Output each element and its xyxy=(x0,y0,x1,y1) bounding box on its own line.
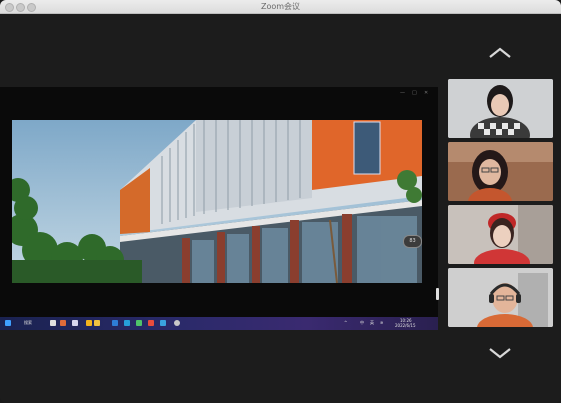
participant-video xyxy=(448,79,553,138)
window-title: Zoom会议 xyxy=(260,2,301,11)
participant-video xyxy=(448,205,553,264)
participant-video-tile[interactable] xyxy=(448,205,553,264)
zoom-window: Zoom会议 — □ ✕ 83 搜索 ^ 中 英 ≋ 10:26 2022/6/… xyxy=(0,0,561,403)
tray-label: 中 xyxy=(360,320,364,325)
chat-icon xyxy=(72,320,78,326)
store-icon xyxy=(112,320,118,326)
participant-video-tile[interactable] xyxy=(448,79,553,138)
taskbar-clock-date: 2022/6/15 xyxy=(395,323,416,328)
remote-minimize-icon: — xyxy=(400,90,405,96)
remote-close-icon: ✕ xyxy=(424,90,429,96)
participant-video xyxy=(448,268,553,327)
participant-video-tile[interactable] xyxy=(448,142,553,201)
participant-video xyxy=(448,142,553,201)
participant-video-tile[interactable] xyxy=(448,268,553,327)
edge-icon xyxy=(124,320,130,326)
app-icon xyxy=(136,320,142,326)
building-photo-image xyxy=(12,120,422,283)
app-icon xyxy=(60,320,66,326)
title-bar: Zoom会议 xyxy=(0,0,561,14)
app-icon xyxy=(160,320,166,326)
folder-icon xyxy=(86,320,92,326)
chrome-icon xyxy=(148,320,154,326)
shared-screen[interactable]: — □ ✕ 83 搜索 ^ 中 英 ≋ 10:26 2022/6/15 xyxy=(0,87,439,330)
remote-maximize-icon: □ xyxy=(412,90,417,96)
windows-start-icon xyxy=(5,320,11,326)
resize-handle[interactable] xyxy=(436,288,439,300)
remote-taskbar: 搜索 ^ 中 英 ≋ 10:26 2022/6/15 xyxy=(0,317,438,330)
wifi-icon: ≋ xyxy=(380,320,384,325)
task-view-icon xyxy=(50,320,56,326)
shared-building-photo xyxy=(12,120,422,283)
app-icon xyxy=(174,320,180,326)
tray-label: 英 xyxy=(370,320,374,325)
folder-icon xyxy=(94,320,100,326)
chevron-down-icon[interactable] xyxy=(486,345,514,361)
chevron-up-icon[interactable] xyxy=(486,45,514,61)
share-indicator-badge[interactable]: 83 xyxy=(403,235,422,248)
tray-up-icon: ^ xyxy=(344,320,348,325)
taskbar-search: 搜索 xyxy=(24,320,32,325)
